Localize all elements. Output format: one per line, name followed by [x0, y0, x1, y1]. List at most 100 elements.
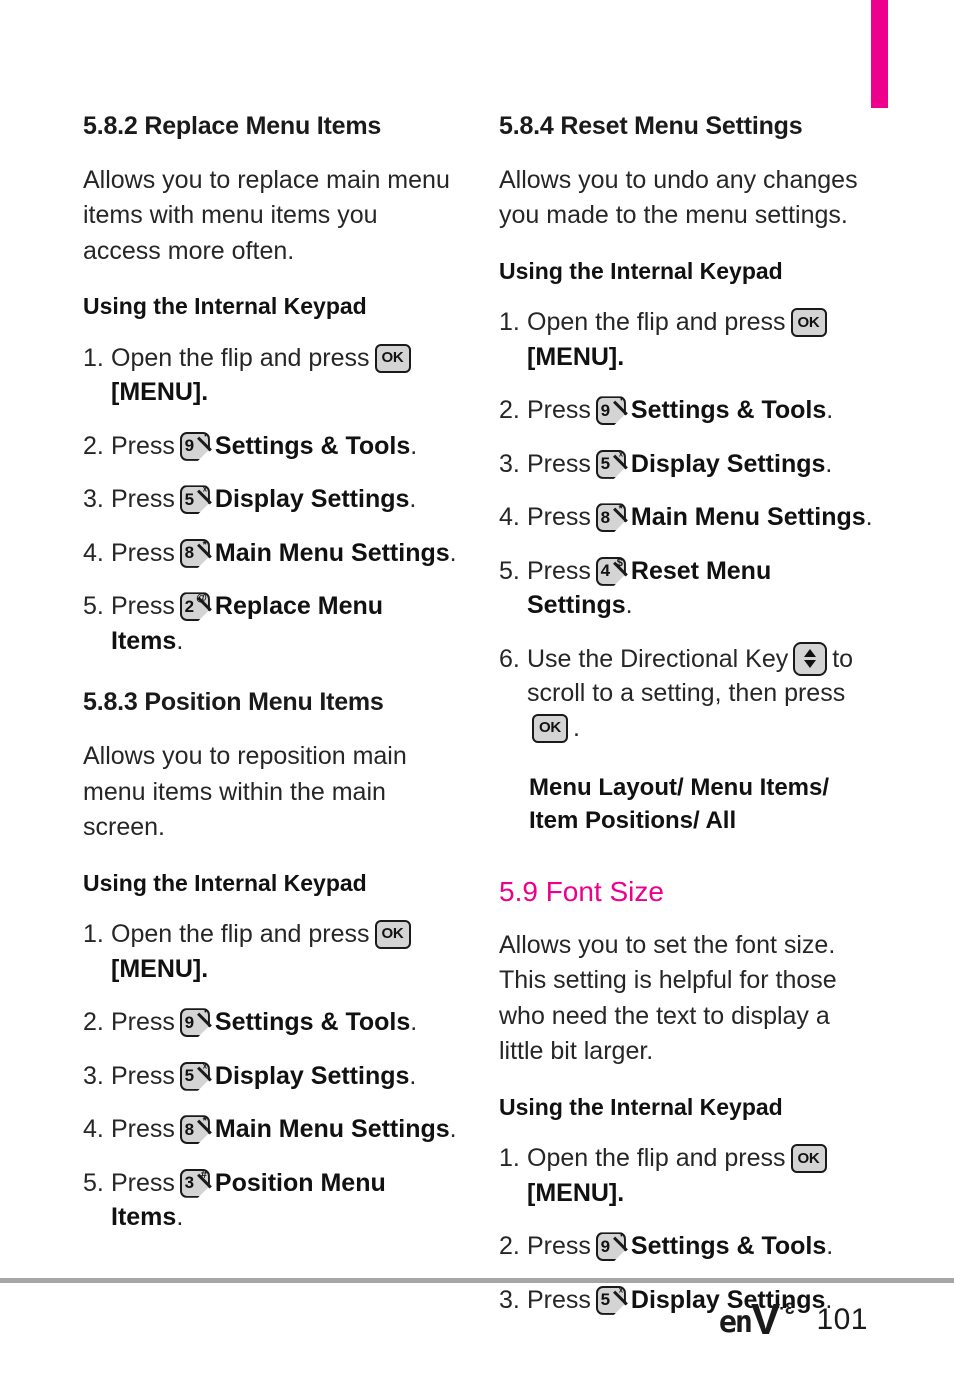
numeric-key-superscript: *: [618, 503, 623, 516]
numeric-key-9-icon[interactable]: 9 ‘: [595, 1232, 628, 1263]
numeric-key-digit: 3: [184, 1173, 195, 1193]
left-column: 5.8.2 Replace Menu Items Allows you to r…: [83, 112, 458, 1254]
numeric-key-5-icon[interactable]: 5ˣ: [179, 1061, 212, 1092]
step-text-after: .: [449, 1115, 457, 1144]
ok-key-icon[interactable]: OK: [790, 308, 827, 338]
step-number: 2.: [499, 1232, 520, 1261]
step-emphasis-inline: Display Settings: [214, 1061, 410, 1090]
step-text-after: .: [825, 449, 833, 478]
ok-key-label: OK: [539, 719, 561, 736]
step-number: 5.: [83, 1168, 104, 1197]
step-number: 1.: [83, 343, 104, 372]
step-text: Press 8 * Main Menu Settings.: [111, 536, 458, 571]
ok-key-icon[interactable]: OK: [790, 1144, 827, 1174]
numeric-key-8-icon[interactable]: 8 *: [595, 503, 628, 534]
step-text: Open the flip and press OK [MENU].: [527, 305, 874, 374]
step-number: 2.: [83, 1008, 104, 1037]
arrow-down-icon: [804, 660, 817, 669]
section-5-8-2: 5.8.2 Replace Menu Items Allows you to r…: [83, 112, 458, 658]
step-item: 2. Press 9 ‘Settings & Tools.: [499, 1229, 874, 1264]
numeric-key-superscript: *: [202, 538, 207, 551]
step-text-after: .: [573, 713, 580, 742]
step-number: 6.: [499, 644, 520, 673]
numeric-key-9-icon[interactable]: 9 ‘: [595, 396, 628, 427]
step-emphasis-line: [MENU].: [527, 342, 625, 371]
numeric-key-superscript: #: [200, 1168, 207, 1181]
step-text-after: .: [865, 503, 873, 532]
section-subheading: Using the Internal Keypad: [499, 257, 783, 284]
step-emphasis-inline: Settings & Tools: [214, 431, 411, 460]
numeric-key-8-icon[interactable]: 8 *: [179, 538, 212, 569]
step-text: Press 5 ˣ Display Settings.: [111, 482, 458, 517]
directional-key-icon[interactable]: [793, 641, 828, 676]
logo-prefix: en: [718, 1305, 753, 1340]
step-item: 3. Press 5 ˣ Display Settings.: [83, 482, 458, 517]
numeric-key-digit: 8: [184, 543, 195, 563]
step-number: 3.: [83, 1061, 104, 1090]
step-text-before: Press: [111, 1061, 175, 1090]
step-emphasis-inline: Settings & Tools: [630, 396, 827, 425]
page-footer: en V ·3 101: [0, 1292, 954, 1348]
arrow-up-icon: [804, 649, 817, 658]
step-number: 4.: [83, 1115, 104, 1144]
numeric-key-5-icon[interactable]: 5ˣ: [595, 449, 628, 480]
footer-divider: [0, 1278, 954, 1283]
ok-key-label: OK: [797, 1149, 820, 1167]
step-text: Press 9 ‘Settings & Tools.: [111, 429, 458, 464]
step-text-after: .: [176, 626, 184, 655]
ok-key-icon[interactable]: OK: [532, 713, 568, 743]
numeric-key-4-icon[interactable]: 4 $: [595, 556, 628, 587]
numeric-key-digit: 9: [184, 436, 195, 456]
section-5-8-3: 5.8.3 Position Menu Items Allows you to …: [83, 688, 458, 1234]
step-text-before: Press: [527, 449, 591, 478]
numeric-key-8-icon[interactable]: 8 *: [179, 1115, 212, 1146]
step-emphasis-inline: Main Menu Settings: [214, 1115, 450, 1144]
step-item: 2. Press 9 ‘Settings & Tools.: [83, 1005, 458, 1040]
step-text-after: .: [409, 485, 417, 514]
step-text-before: Press: [111, 592, 175, 621]
step-second-line: scroll to a setting, then press OK.: [527, 676, 874, 745]
step-text-before: Open the flip and press: [527, 308, 786, 337]
numeric-key-9-icon[interactable]: 9 ‘: [179, 431, 212, 462]
step-item: 2. Press 9 ‘Settings & Tools.: [499, 393, 874, 428]
section-description: Allows you to set the font size. This se…: [499, 930, 837, 1066]
numeric-key-9-icon[interactable]: 9 ‘: [179, 1008, 212, 1039]
step-emphasis-line: [MENU].: [527, 1178, 625, 1207]
step-number: 5.: [499, 556, 520, 585]
step-emphasis-inline: Settings & Tools: [214, 1008, 411, 1037]
numeric-key-5-icon[interactable]: 5ˣ: [179, 485, 212, 516]
step-item: 4. Press 8 * Main Menu Settings.: [499, 500, 874, 535]
numeric-key-digit: 9: [600, 401, 611, 421]
numeric-key-2-icon[interactable]: 2 @: [179, 592, 212, 623]
step-emphasis-inline: Display Settings: [630, 449, 826, 478]
ok-key-icon[interactable]: OK: [374, 920, 411, 950]
numeric-key-superscript: @: [196, 592, 207, 605]
step-text: Press 9 ‘Settings & Tools.: [111, 1005, 458, 1040]
step-item: 1. Open the flip and press OK [MENU].: [499, 305, 874, 374]
section-heading: 5.8.4 Reset Menu Settings: [499, 112, 803, 140]
section-note: Menu Layout/ Menu Items/ Item Positions/…: [529, 774, 830, 835]
step-item: 4. Press 8 * Main Menu Settings.: [83, 1112, 458, 1147]
step-text: Press 2 @ Replace Menu Items.: [111, 589, 458, 658]
ok-key-icon[interactable]: OK: [374, 343, 411, 373]
numeric-key-digit: 4: [600, 561, 611, 581]
step-number: 4.: [83, 538, 104, 567]
step-text-after: .: [176, 1203, 184, 1232]
step-text-after: .: [625, 591, 633, 620]
section-subheading: Using the Internal Keypad: [83, 293, 367, 320]
step-number: 1.: [499, 308, 520, 337]
numeric-key-superscript: ‘: [203, 1008, 207, 1021]
step-text: Press 3 # Position Menu Items.: [111, 1166, 458, 1235]
numeric-key-digit: 5: [184, 490, 195, 510]
numeric-key-digit: 8: [184, 1119, 195, 1139]
step-text-mid: to: [832, 644, 854, 673]
step-text-after: .: [410, 431, 418, 460]
step-item: 3. Press 5 ˣ Display Settings.: [499, 447, 874, 482]
step-text-after: .: [409, 1061, 417, 1090]
step-text-after: .: [410, 1008, 418, 1037]
numeric-key-superscript: ‘: [619, 396, 623, 409]
numeric-key-3-icon[interactable]: 3 #: [179, 1168, 212, 1199]
step-item: 3. Press 5 ˣ Display Settings.: [83, 1059, 458, 1094]
logo-superscript: ·3: [779, 1299, 794, 1318]
step-text-before: Open the flip and press: [527, 1144, 786, 1173]
